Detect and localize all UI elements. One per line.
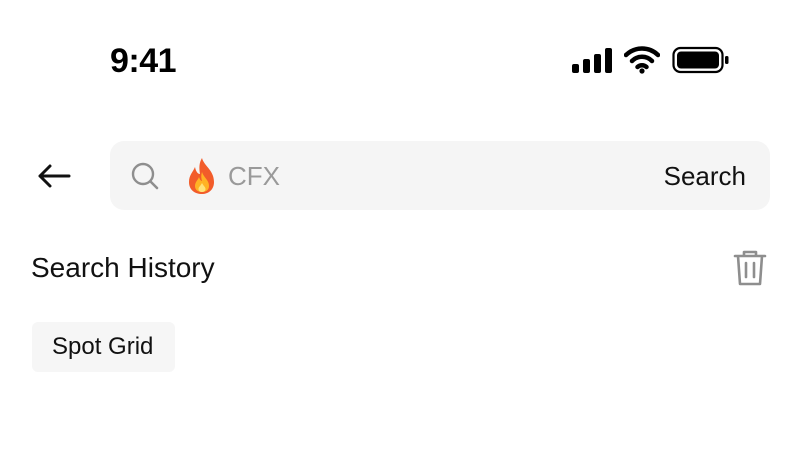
fire-icon <box>189 158 214 194</box>
search-icon <box>131 162 159 190</box>
search-button[interactable]: Search <box>664 155 746 197</box>
back-button[interactable] <box>30 152 78 200</box>
battery-icon <box>672 46 730 74</box>
cellular-signal-icon <box>572 47 612 73</box>
search-page: 9:41 CFX Search Search History Spot Grid <box>0 0 800 450</box>
history-chip-spot-grid[interactable]: Spot Grid <box>32 322 176 372</box>
search-bar[interactable]: Search <box>110 141 770 210</box>
search-input[interactable] <box>228 155 648 197</box>
arrow-left-icon <box>38 164 71 188</box>
wifi-icon <box>624 46 660 74</box>
search-history-list: Spot Grid <box>32 322 176 372</box>
trash-icon <box>733 250 767 286</box>
status-time: 9:41 <box>110 42 177 80</box>
status-icons <box>572 44 730 76</box>
status-bar: 9:41 <box>0 0 800 110</box>
clear-history-button[interactable] <box>730 248 770 288</box>
search-history-title: Search History <box>31 252 215 283</box>
